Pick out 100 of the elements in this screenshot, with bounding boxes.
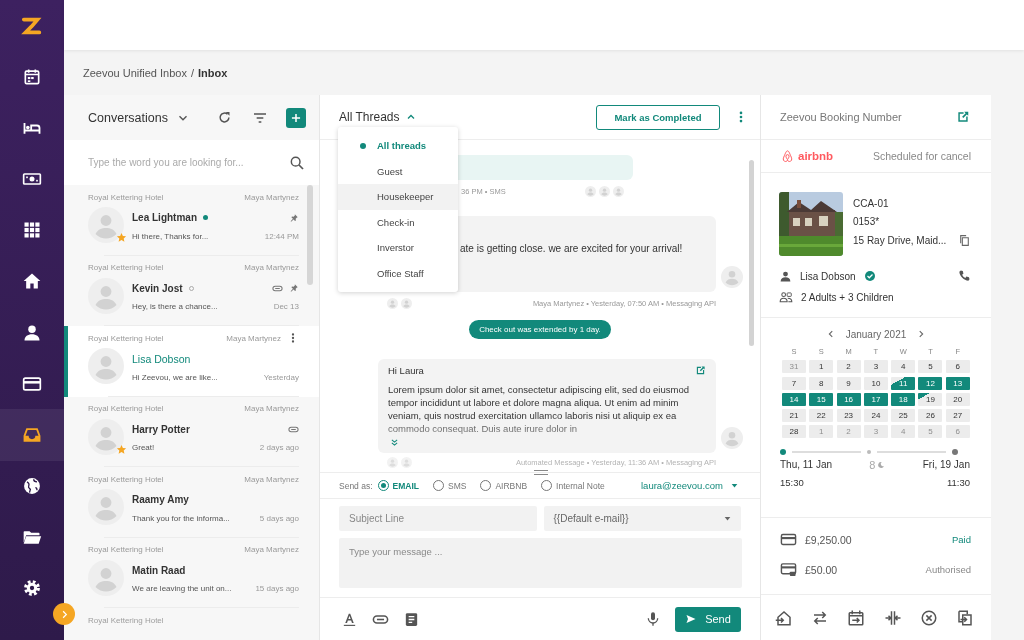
conversation-item[interactable]: Royal Kettering Hotel Maya Martynez Matin Raad We are leaving the unit on... 15 days ago [64, 537, 319, 608]
send-button[interactable]: Send [675, 606, 741, 632]
subject-field[interactable]: Subject Line [339, 506, 537, 531]
calendar-day[interactable]: 20 [945, 392, 970, 406]
calendar-day[interactable]: 8 [809, 376, 834, 390]
calendar-day[interactable]: 27 [945, 409, 970, 423]
split-icon[interactable] [883, 608, 902, 627]
menu-item[interactable]: Office Staff [338, 260, 458, 286]
search-icon[interactable] [289, 154, 305, 171]
conversation-item[interactable]: Royal Kettering Hotel Maya Martynez Kevin Jost Hey, is there a chance... Dec 13 [64, 255, 319, 326]
message-preview: We are leaving the unit on... [132, 584, 232, 593]
avatar-icon [88, 207, 124, 243]
breadcrumb-link[interactable]: Zeevou Unified Inbox [83, 66, 187, 79]
calendar-day[interactable]: 26 [918, 409, 943, 423]
conversation-item[interactable]: Royal Kettering Hotel Maya Martynez Lea Lightman Hi there, Thanks for... 12:44 PM [64, 185, 319, 256]
hotel-name: Royal Kettering Hotel [88, 545, 164, 554]
search-field[interactable]: Type the word you are looking for... [88, 157, 289, 168]
calendar-day[interactable]: 15 [809, 392, 834, 406]
breadcrumb-separator: / [190, 66, 194, 79]
contact-name: Harry Potter [132, 423, 190, 435]
export-icon[interactable] [955, 608, 974, 627]
template-select[interactable]: {{Default e-mail}} [543, 506, 741, 531]
send-as-label: Send as: [339, 480, 373, 491]
checkin-date: Thu, 11 Jan [780, 459, 833, 472]
phone-icon[interactable] [957, 269, 971, 283]
email-greeting: Hi Laura [388, 365, 424, 376]
avatar-icon [88, 277, 124, 314]
menu-item[interactable]: Guest [338, 158, 458, 184]
calendar-icon[interactable] [847, 608, 866, 627]
message-time: Yesterday [263, 372, 299, 382]
calendar-day[interactable]: 18 [891, 392, 916, 406]
menu-item[interactable]: Check-in [338, 209, 458, 235]
calendar-day[interactable]: 21 [782, 409, 806, 423]
calendar-day[interactable]: 14 [782, 392, 806, 406]
radio-label[interactable]: SMS [448, 480, 467, 491]
copy-icon[interactable] [958, 234, 971, 247]
menu-item[interactable]: Inverstor [338, 235, 458, 261]
calendar-day[interactable]: 7 [782, 376, 806, 390]
calendar-day[interactable]: 23 [836, 409, 861, 423]
external-link-icon[interactable] [956, 110, 970, 124]
radio-label[interactable]: Internal Note [556, 480, 605, 491]
recipient-select[interactable]: laura@zeevou.com [641, 480, 738, 491]
caret-down-icon [724, 515, 731, 522]
nav-button[interactable] [0, 409, 64, 461]
radio-label[interactable]: EMAIL [392, 480, 419, 491]
document-icon[interactable] [403, 610, 420, 628]
calendar-day[interactable]: 17 [863, 392, 888, 406]
event-label: Check out was extended by 1 day. [469, 320, 611, 339]
calendar-day[interactable]: 13 [945, 376, 970, 390]
refresh-icon[interactable] [217, 110, 232, 125]
scrollbar[interactable] [749, 160, 754, 346]
avatar-icon [88, 418, 124, 455]
calendar-day[interactable]: 28 [782, 425, 806, 439]
expand-icon[interactable] [390, 438, 399, 447]
calendar-day[interactable]: 24 [863, 409, 888, 423]
contact-name: Raamy Amy [132, 494, 189, 505]
payment-amount: £9,250.00 [805, 533, 852, 546]
conversation-item[interactable]: Royal Kettering Hotel Maya Martynez Harry Potter Great! 2 days ago [64, 396, 319, 467]
pin-icon[interactable] [289, 283, 299, 293]
message-field[interactable]: Type your message ... [339, 538, 742, 588]
avatar-icon [401, 456, 412, 468]
calendar-day[interactable]: 2 [836, 360, 861, 374]
conversation-item[interactable]: Royal Kettering Hotel Maya Martynez Lisa Dobson Hi Zeevou, we are like... Yesterday [64, 326, 319, 397]
calendar-day[interactable]: 19 [918, 392, 943, 406]
conversation-item[interactable]: Royal Kettering Hotel Maya Martynez Raamy Amy Thank you for the informa... 5 days ago [64, 467, 319, 538]
calendar-day[interactable]: 22 [809, 409, 834, 423]
contact-name: Lea Lightman [132, 212, 197, 223]
resize-handle[interactable] [534, 470, 548, 475]
cancel-icon[interactable] [919, 608, 938, 627]
check-in-icon[interactable] [775, 608, 793, 627]
calendar-day[interactable]: 6 [945, 360, 970, 374]
avatar-icon [401, 297, 412, 309]
calendar-day[interactable]: 1 [809, 360, 834, 374]
calendar-day[interactable]: 4 [891, 360, 916, 374]
channel-name: airbnb [798, 150, 834, 162]
message-time: Dec 13 [273, 302, 299, 311]
booking-number-label: Zeevou Booking Number [780, 111, 902, 123]
hotel-name: Royal Kettering Hotel [88, 333, 164, 343]
microphone-icon[interactable] [645, 611, 661, 627]
menu-item[interactable]: All threads [338, 133, 458, 159]
calendar-day[interactable]: 11 [891, 376, 916, 390]
radio-label[interactable]: AIRBNB [495, 480, 528, 491]
external-link-icon[interactable] [695, 365, 706, 376]
scrollbar[interactable] [307, 185, 313, 285]
thread-filter[interactable]: All Threads [339, 110, 418, 124]
complete-button[interactable]: Mark as Completed [596, 104, 720, 130]
pin-icon[interactable] [289, 212, 299, 223]
panel-title[interactable]: Conversations [88, 110, 168, 125]
add-button[interactable] [286, 107, 306, 128]
calendar-day[interactable]: 16 [836, 392, 861, 406]
message-time: 5 days ago [259, 513, 299, 523]
channel-logo-icon [780, 148, 795, 164]
checkin-time: 15:30 [780, 477, 804, 489]
calendar-day[interactable]: 25 [891, 409, 916, 423]
calendar-day[interactable]: 5 [918, 360, 943, 374]
calendar-day[interactable]: 9 [836, 376, 861, 390]
menu-item[interactable]: Housekeeper [338, 184, 458, 210]
calendar-day[interactable]: 12 [918, 376, 943, 390]
calendar-day[interactable]: 10 [863, 376, 888, 390]
calendar-day[interactable]: 3 [863, 360, 888, 374]
